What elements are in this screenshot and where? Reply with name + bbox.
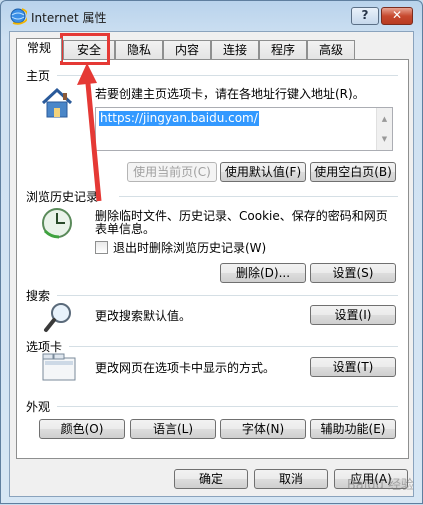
use-blank-button[interactable]: 使用空白页(B): [310, 162, 396, 182]
close-button[interactable]: ✕: [381, 7, 413, 25]
scroll-down-arrow-icon[interactable]: ▼: [376, 128, 392, 150]
delete-on-exit-checkbox[interactable]: [95, 241, 108, 254]
cancel-button[interactable]: 取消: [254, 469, 328, 489]
divider: [57, 295, 398, 296]
accessibility-button[interactable]: 辅助功能(E): [310, 419, 396, 439]
divider: [57, 406, 398, 407]
home-page-address-text: https://jingyan.baidu.com/: [99, 111, 259, 126]
tab-advanced[interactable]: 高级: [307, 40, 355, 60]
tab-general[interactable]: 常规: [16, 38, 62, 61]
internet-properties-window: Internet 属性 ? ✕ 常规 安全 隐私 内容 连接 程序 高级 主页 …: [0, 0, 423, 504]
tab-privacy[interactable]: 隐私: [115, 40, 163, 60]
colors-button[interactable]: 颜色(O): [39, 419, 125, 439]
use-default-button[interactable]: 使用默认值(F): [220, 162, 306, 182]
browsing-history-heading: 浏览历史记录: [26, 190, 99, 204]
tabs-settings-button[interactable]: 设置(T): [310, 357, 396, 377]
search-settings-button[interactable]: 设置(I): [310, 305, 396, 325]
home-page-description: 若要创建主页选项卡，请在各地址行键入地址(R)。: [95, 87, 365, 101]
title-bar[interactable]: Internet 属性 ? ✕: [1, 1, 422, 31]
help-button[interactable]: ?: [351, 7, 379, 25]
tabbed-window-icon: [42, 353, 76, 381]
history-clock-icon: [42, 208, 72, 239]
tab-content[interactable]: 内容: [163, 40, 211, 60]
delete-on-exit-label[interactable]: 退出时删除浏览历史记录(W): [113, 241, 266, 255]
divider: [119, 196, 398, 197]
dialog-client-area: 常规 安全 隐私 内容 连接 程序 高级 主页 若要创建主页选项卡，请在各地址行…: [9, 31, 414, 497]
history-settings-button[interactable]: 设置(S): [310, 263, 396, 283]
internet-globe-icon: [10, 8, 27, 25]
home-icon: [41, 87, 73, 118]
tab-connections[interactable]: 连接: [211, 40, 259, 60]
history-description-line1: 删除临时文件、历史记录、Cookie、保存的密码和网页: [95, 209, 388, 223]
scroll-up-arrow-icon[interactable]: ▲: [376, 108, 392, 130]
divider: [57, 75, 398, 76]
tab-programs[interactable]: 程序: [259, 40, 307, 60]
delete-history-button[interactable]: 删除(D)...: [220, 263, 306, 283]
watermark: Baidu 经验: [346, 478, 414, 493]
use-current-page-button[interactable]: 使用当前页(C): [127, 162, 217, 182]
history-description-line2: 表单信息。: [95, 222, 156, 236]
magnifier-icon: [44, 303, 71, 332]
home-page-address-input[interactable]: https://jingyan.baidu.com/ ▲ ▼: [95, 107, 393, 151]
home-page-heading: 主页: [26, 69, 51, 83]
fonts-button[interactable]: 字体(N): [220, 419, 306, 439]
appearance-heading: 外观: [26, 400, 51, 414]
search-description: 更改搜索默认值。: [95, 309, 192, 323]
general-tab-panel: 主页 若要创建主页选项卡，请在各地址行键入地址(R)。 https://jing…: [16, 59, 409, 459]
tab-security[interactable]: 安全: [63, 40, 115, 60]
tabs-description: 更改网页在选项卡中显示的方式。: [95, 361, 276, 375]
languages-button[interactable]: 语言(L): [130, 419, 216, 439]
window-title: Internet 属性: [31, 11, 107, 25]
ok-button[interactable]: 确定: [174, 469, 248, 489]
divider: [69, 346, 398, 347]
